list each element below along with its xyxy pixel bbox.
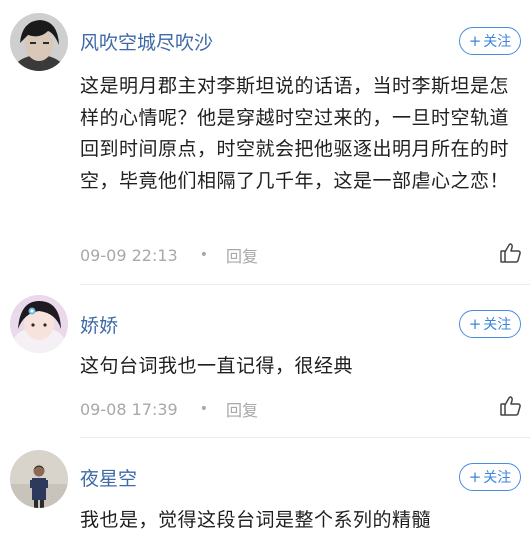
follow-button[interactable]: + 关注 (459, 310, 521, 338)
username[interactable]: 娇娇 (80, 311, 118, 338)
comment-item: 夜星空 + 关注 我也是，觉得这段台词是整个系列的精髓 (0, 438, 530, 551)
comment-item: 风吹空城尽吹沙 + 关注 这是明月郡主对李斯坦说的话语，当时李斯坦是怎样的心情呢？… (0, 0, 530, 280)
reply-button[interactable]: 回复 (226, 397, 258, 421)
comment-meta: 09-09 22:13 • 回复 (80, 243, 258, 267)
avatar[interactable] (10, 13, 68, 71)
reply-button[interactable]: 回复 (226, 243, 258, 267)
avatar[interactable] (10, 450, 68, 508)
avatar[interactable] (10, 295, 68, 353)
plus-icon: + (468, 315, 482, 333)
separator-dot: • (199, 401, 208, 417)
follow-label: 关注 (483, 34, 512, 50)
plus-icon: + (468, 32, 482, 50)
follow-button[interactable]: + 关注 (459, 27, 521, 55)
follow-label: 关注 (483, 317, 512, 333)
comment-feed: 风吹空城尽吹沙 + 关注 这是明月郡主对李斯坦说的话语，当时李斯坦是怎样的心情呢？… (0, 0, 530, 551)
thumbs-up-icon[interactable] (499, 241, 523, 265)
separator-dot: • (199, 247, 208, 263)
comment-text: 这句台词我也一直记得，很经典 (80, 355, 354, 377)
follow-label: 关注 (483, 470, 512, 486)
comment-item: 娇娇 + 关注 这句台词我也一直记得，很经典 09-08 17:39 • 回复 (0, 285, 530, 435)
username[interactable]: 风吹空城尽吹沙 (80, 28, 213, 55)
comment-meta: 09-08 17:39 • 回复 (80, 397, 258, 421)
username[interactable]: 夜星空 (80, 464, 137, 491)
timestamp: 09-08 17:39 (80, 399, 178, 419)
comment-text: 这是明月郡主对李斯坦说的话语，当时李斯坦是怎样的心情呢？他是穿越时空过来的，一旦… (80, 75, 510, 192)
thumbs-up-icon[interactable] (499, 394, 523, 418)
plus-icon: + (468, 468, 482, 486)
comment-text: 我也是，觉得这段台词是整个系列的精髓 (80, 509, 432, 531)
timestamp: 09-09 22:13 (80, 245, 178, 265)
follow-button[interactable]: + 关注 (459, 463, 521, 491)
